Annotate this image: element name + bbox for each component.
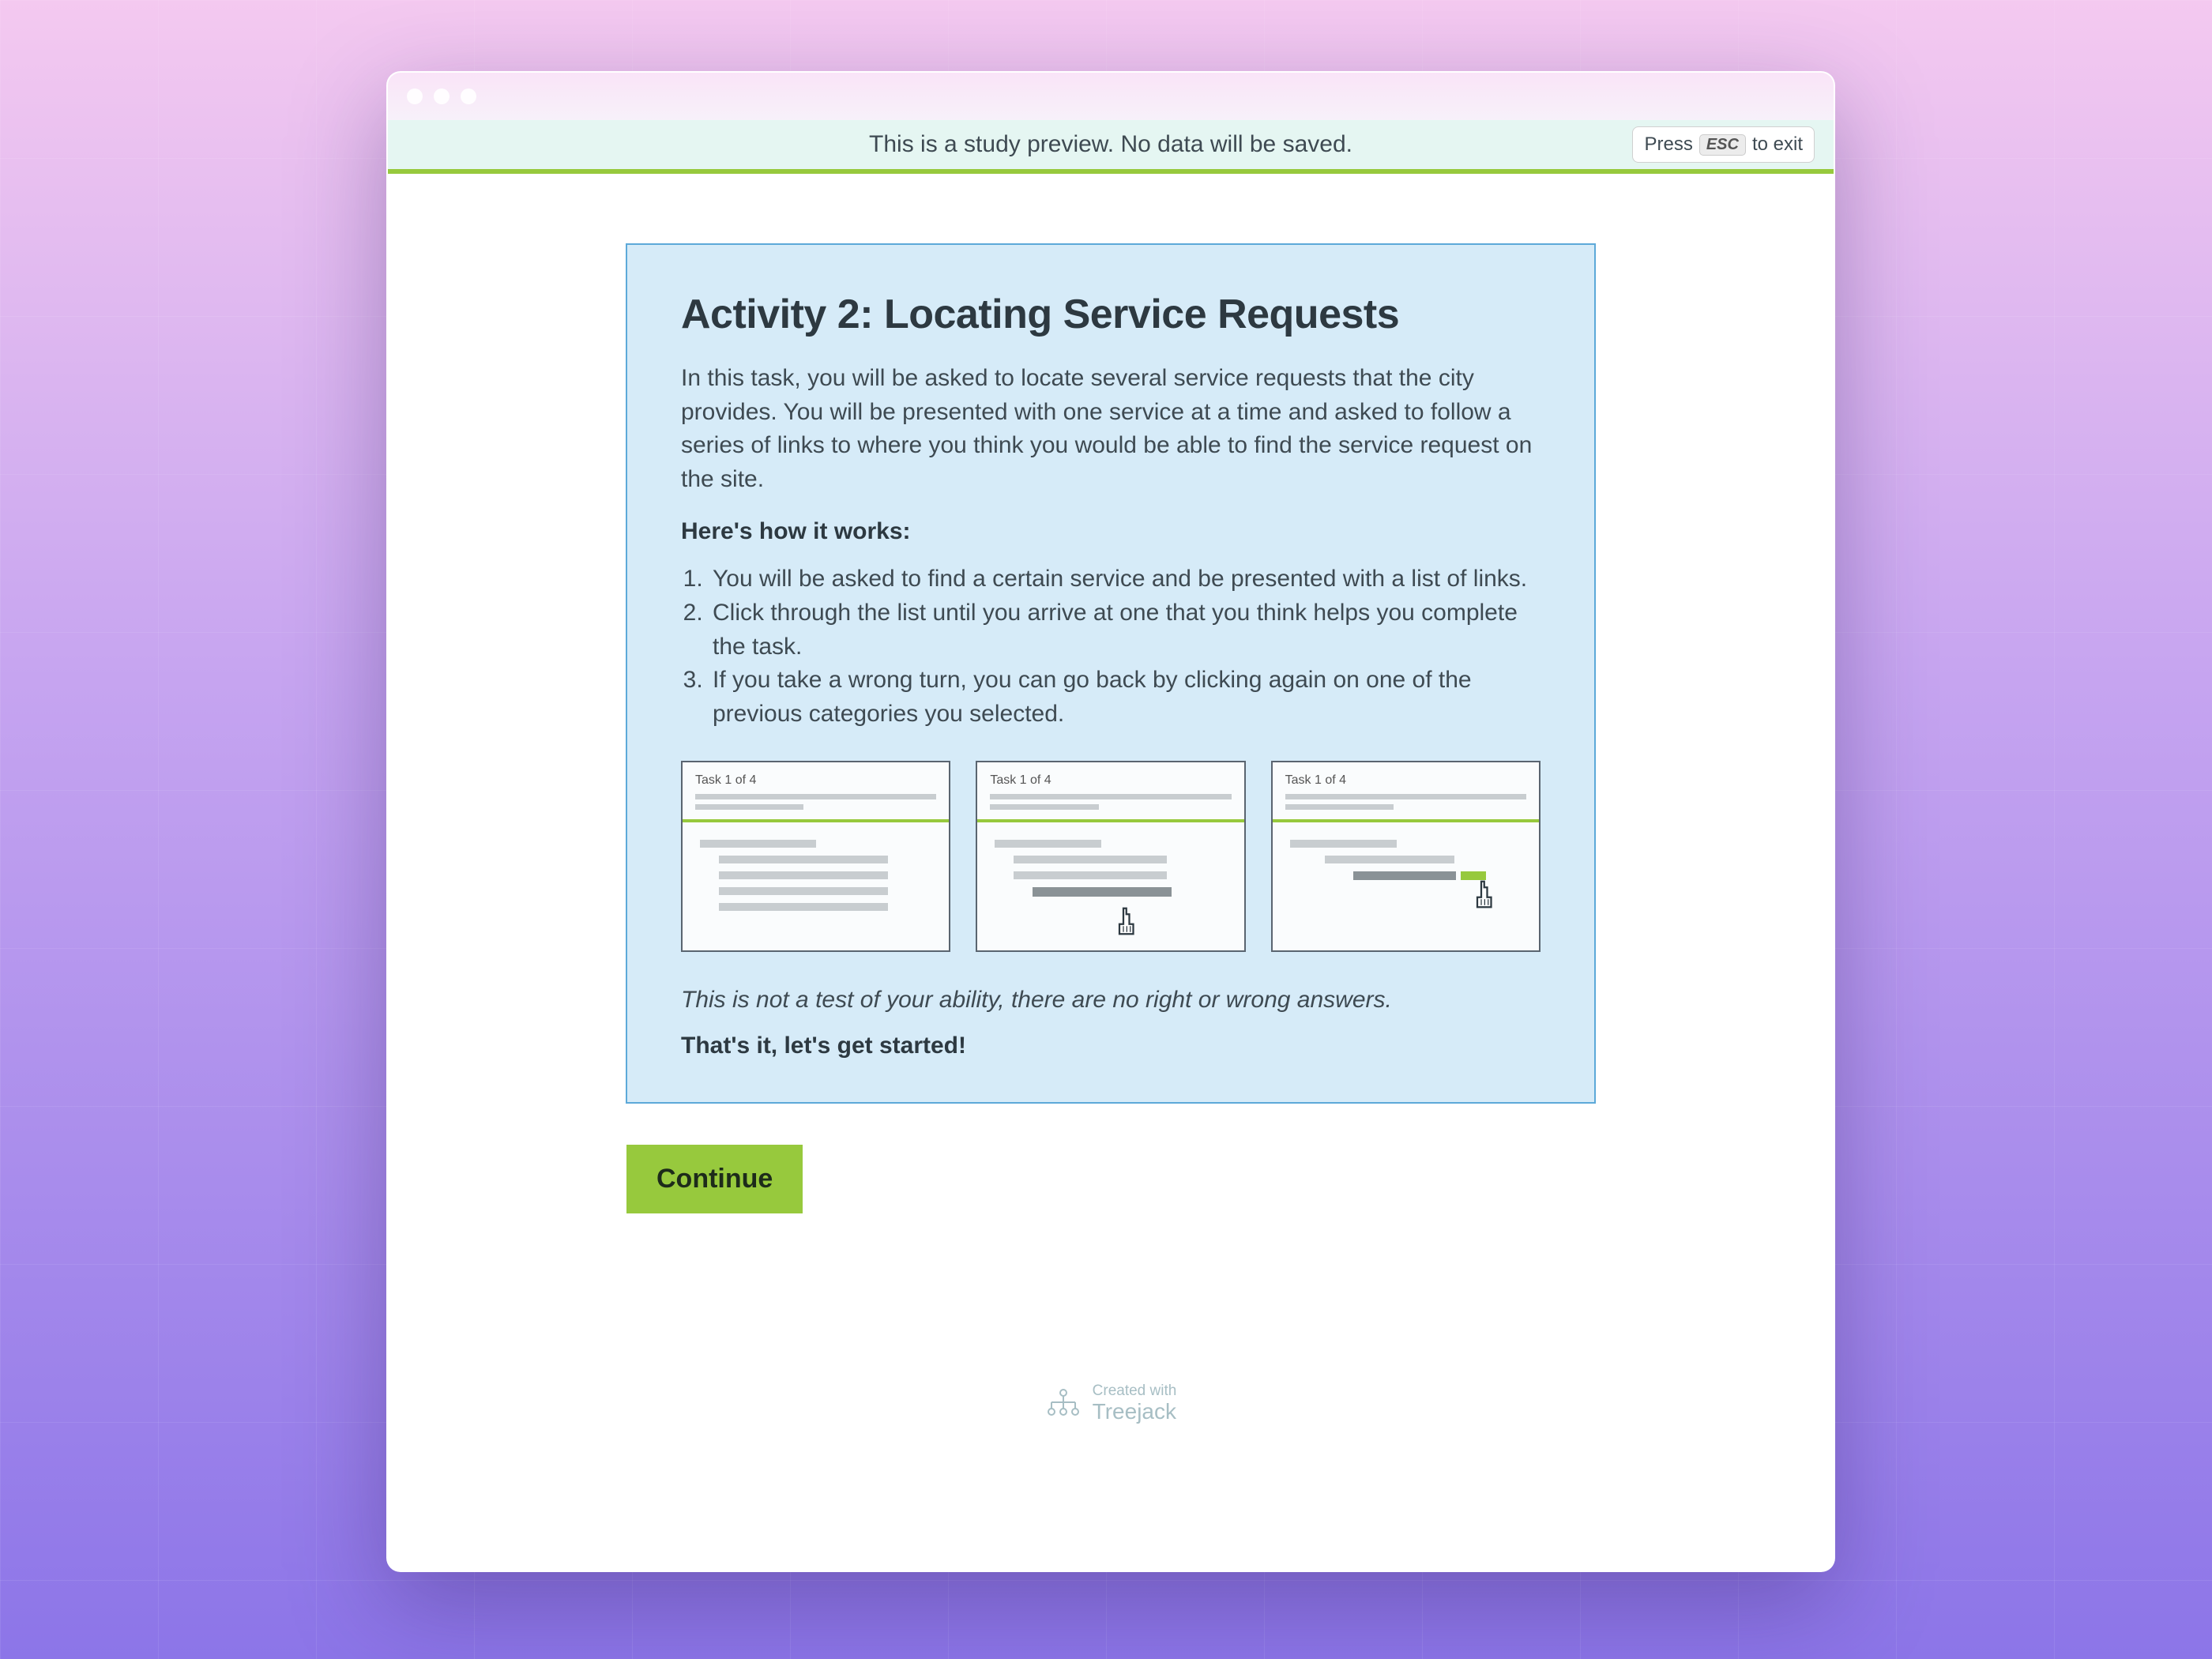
exit-suffix: to exit [1752, 134, 1803, 156]
treejack-logo-icon [1045, 1388, 1082, 1420]
preview-message: This is a study preview. No data will be… [869, 131, 1352, 158]
exit-prefix: Press [1644, 134, 1692, 156]
traffic-light-zoom[interactable] [461, 88, 476, 104]
continue-button[interactable]: Continue [626, 1145, 803, 1213]
brand-name: Treejack [1093, 1400, 1177, 1424]
content-area: Activity 2: Locating Service Requests In… [388, 174, 1834, 1459]
pointer-cursor-icon [1473, 879, 1497, 909]
closing-text: That's it, let's get started! [681, 1033, 1540, 1059]
steps-list: You will be asked to find a certain serv… [681, 562, 1540, 731]
illus-task-label: Task 1 of 4 [695, 773, 936, 788]
exit-instruction: Press ESC to exit [1632, 126, 1815, 163]
browser-window: This is a study preview. No data will be… [386, 71, 1835, 1572]
step-item: Click through the list until you arrive … [709, 596, 1540, 664]
activity-description: In this task, you will be asked to locat… [681, 362, 1540, 496]
step-item: You will be asked to find a certain serv… [709, 562, 1540, 596]
pointer-cursor-icon [1115, 906, 1139, 936]
illustration-step-2: Task 1 of 4 [976, 761, 1245, 952]
traffic-light-minimize[interactable] [434, 88, 450, 104]
how-it-works-label: Here's how it works: [681, 518, 1540, 545]
disclaimer-text: This is not a test of your ability, ther… [681, 987, 1540, 1014]
illustration-step-3: Task 1 of 4 [1271, 761, 1540, 952]
traffic-light-close[interactable] [407, 88, 423, 104]
brand-created-with: Created with [1093, 1383, 1177, 1400]
illus-task-label: Task 1 of 4 [990, 773, 1231, 788]
esc-key-badge: ESC [1699, 134, 1746, 156]
window-titlebar [388, 73, 1834, 120]
illustration-step-1: Task 1 of 4 [681, 761, 950, 952]
illustrations-row: Task 1 of 4 [681, 761, 1540, 952]
activity-title: Activity 2: Locating Service Requests [681, 291, 1540, 338]
illus-task-label: Task 1 of 4 [1285, 773, 1526, 788]
footer-brand: Created with Treejack [1045, 1383, 1177, 1424]
activity-card: Activity 2: Locating Service Requests In… [626, 243, 1596, 1104]
preview-banner: This is a study preview. No data will be… [388, 120, 1834, 174]
step-item: If you take a wrong turn, you can go bac… [709, 664, 1540, 731]
